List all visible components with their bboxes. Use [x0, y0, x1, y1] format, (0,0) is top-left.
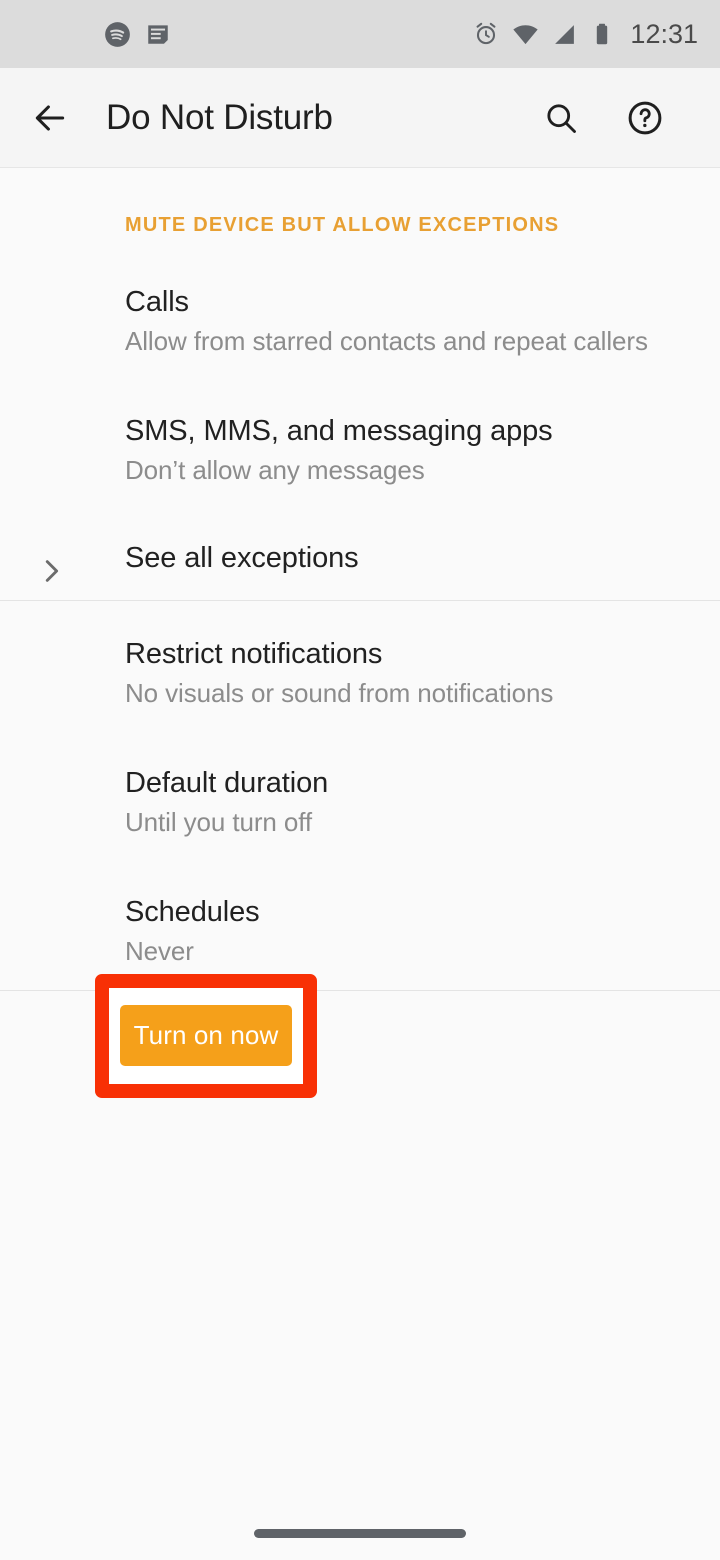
list-item-subtitle: Never [125, 936, 194, 966]
status-bar: 12:31 [0, 0, 720, 68]
status-bar-clock: 12:31 [630, 18, 698, 49]
list-item-schedules[interactable]: Schedules Never [0, 896, 720, 988]
list-item-subtitle: No visuals or sound from notifications [125, 678, 554, 708]
spotify-icon [105, 21, 130, 47]
wifi-icon [513, 24, 539, 44]
section-header-exceptions: MUTE DEVICE BUT ALLOW EXCEPTIONS [125, 214, 560, 236]
status-bar-left-icons [104, 21, 171, 48]
search-button[interactable] [534, 91, 588, 145]
list-item-restrict-notifications[interactable]: Restrict notifications No visuals or sou… [0, 638, 720, 730]
list-item-title: Calls [125, 286, 189, 318]
help-icon [628, 101, 662, 134]
alarm-icon [476, 22, 496, 45]
app-bar: Do Not Disturb [0, 68, 720, 168]
phone-screen: 12:31 Do Not Disturb MUTE DEVICE BUT ALL… [0, 0, 720, 1560]
status-bar-right-icons: 12:31 [473, 19, 698, 50]
search-icon [547, 103, 576, 133]
list-item-subtitle: Don’t allow any messages [125, 455, 425, 485]
list-divider-1 [0, 600, 720, 601]
list-item-title: Default duration [125, 767, 329, 799]
back-button[interactable] [22, 90, 78, 146]
help-button[interactable] [618, 91, 672, 145]
list-divider-2 [0, 990, 720, 991]
page-title: Do Not Disturb [106, 97, 333, 137]
battery-icon [597, 23, 608, 45]
list-item-calls[interactable]: Calls Allow from starred contacts and re… [0, 286, 720, 378]
navigation-bar [0, 1498, 720, 1560]
list-item-sms-mms[interactable]: SMS, MMS, and messaging apps Don’t allow… [0, 415, 720, 507]
list-item-title: See all exceptions [125, 542, 359, 574]
list-item-title: Restrict notifications [125, 638, 383, 670]
app-bar-actions [534, 91, 672, 145]
turn-on-now-button[interactable]: Turn on now [120, 1005, 292, 1066]
home-gesture-pill[interactable] [254, 1528, 466, 1538]
list-item-default-duration[interactable]: Default duration Until you turn off [0, 767, 720, 859]
list-item-title: SMS, MMS, and messaging apps [125, 415, 553, 447]
back-arrow-icon [35, 104, 65, 131]
list-item-subtitle: Until you turn off [125, 807, 313, 837]
settings-list: MUTE DEVICE BUT ALLOW EXCEPTIONS Calls A… [0, 169, 720, 1560]
list-item-title: Schedules [125, 896, 260, 928]
turn-on-now-label: Turn on now [133, 1020, 279, 1050]
signal-icon [555, 24, 575, 44]
notes-icon [148, 25, 168, 44]
list-item-subtitle: Allow from starred contacts and repeat c… [125, 326, 648, 356]
chevron-right-icon [45, 560, 59, 582]
list-item-see-all-exceptions[interactable]: See all exceptions [0, 542, 720, 594]
